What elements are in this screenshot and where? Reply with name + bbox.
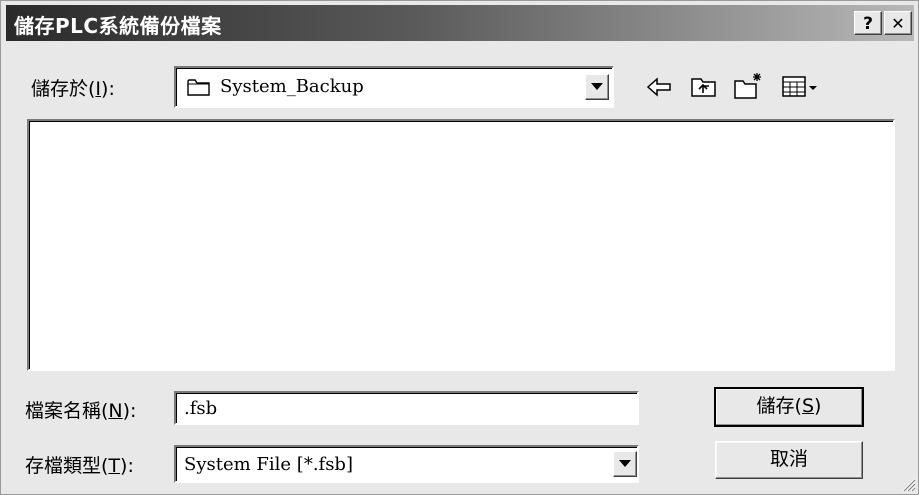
back-arrow-icon [646, 77, 671, 97]
save-in-combobox[interactable]: System_Backup [174, 66, 614, 108]
filename-label: 檔案名稱(N): [25, 400, 137, 422]
view-menu-icon [782, 76, 817, 97]
new-folder-icon [734, 73, 761, 99]
chevron-down-icon [591, 83, 603, 90]
save-in-dropdown-button[interactable] [585, 74, 609, 100]
filename-value: .fsb [184, 398, 218, 419]
filetype-dropdown-button[interactable] [613, 451, 637, 477]
help-button[interactable]: ? [854, 11, 882, 35]
back-button[interactable] [644, 73, 674, 101]
save-in-label: 儲存於(I): [31, 78, 115, 100]
dialog-title: 儲存PLC系統備份檔案 [14, 14, 222, 38]
chevron-down-icon [619, 460, 631, 467]
save-dialog: 儲存PLC系統備份檔案 ? ✕ 儲存於(I): System_Backup 檔案… [0, 0, 919, 495]
save-button[interactable]: 儲存(S) [714, 387, 864, 427]
up-folder-button[interactable] [689, 73, 719, 101]
up-folder-icon [691, 78, 716, 97]
view-menu-button[interactable] [781, 73, 821, 101]
title-bar[interactable]: 儲存PLC系統備份檔案 ? ✕ [6, 5, 914, 41]
filetype-combobox[interactable]: System File [*.fsb] [174, 445, 639, 483]
close-button[interactable]: ✕ [884, 11, 912, 35]
resize-grip-icon[interactable] [900, 476, 916, 492]
file-list[interactable] [27, 119, 895, 371]
save-in-value: System_Backup [220, 76, 364, 97]
cancel-button[interactable]: 取消 [715, 441, 863, 479]
filetype-label: 存檔類型(T): [25, 455, 134, 477]
filetype-value: System File [*.fsb] [184, 454, 353, 475]
folder-icon [187, 79, 210, 96]
new-folder-button[interactable] [733, 71, 763, 99]
filename-input[interactable]: .fsb [174, 391, 639, 425]
